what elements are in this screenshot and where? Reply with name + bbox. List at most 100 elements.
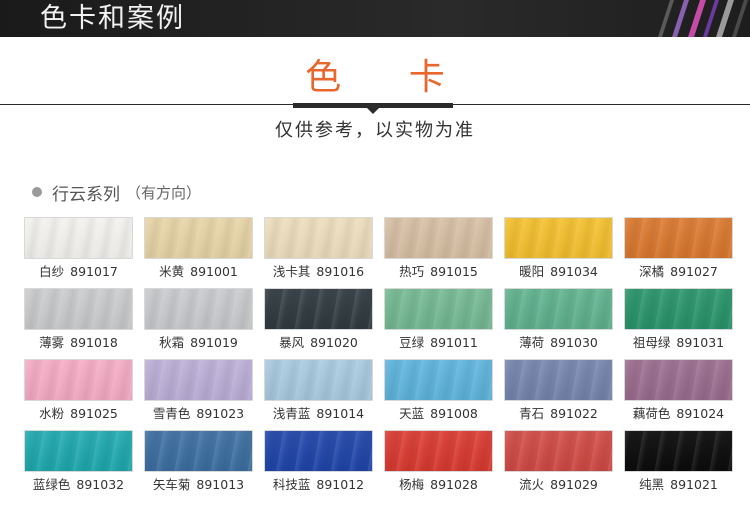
color-code: 891012 [316, 477, 365, 492]
color-code: 891028 [430, 477, 478, 492]
color-card[interactable]: 流火 891029 [504, 430, 613, 501]
color-label: 藕荷色 891024 [624, 404, 733, 424]
color-card[interactable]: 藕荷色 891024 [624, 359, 733, 430]
color-name: 雪青色 [152, 406, 191, 421]
color-swatch[interactable] [264, 430, 373, 472]
color-code: 891015 [430, 264, 478, 279]
color-swatch[interactable] [504, 288, 613, 330]
color-swatch[interactable] [264, 217, 373, 259]
color-label: 深橘 891027 [624, 262, 733, 282]
color-name: 科技蓝 [272, 477, 311, 492]
color-swatch[interactable] [384, 288, 493, 330]
color-card[interactable]: 浅青蓝 891014 [264, 359, 373, 430]
color-card[interactable]: 深橘 891027 [624, 217, 733, 288]
color-name: 蓝绿色 [32, 477, 71, 492]
color-card[interactable]: 雪青色 891023 [144, 359, 253, 430]
color-name: 薄雾 [39, 335, 65, 350]
color-name: 流火 [519, 477, 545, 492]
color-swatch[interactable] [144, 217, 253, 259]
color-card[interactable]: 薄荷 891030 [504, 288, 613, 359]
color-code: 891024 [676, 406, 725, 421]
color-card[interactable]: 白纱 891017 [24, 217, 133, 288]
color-swatch[interactable] [24, 359, 133, 401]
color-label: 浅青蓝 891014 [264, 404, 373, 424]
color-card[interactable]: 暖阳 891034 [504, 217, 613, 288]
color-code: 891034 [550, 264, 598, 279]
color-swatch[interactable] [144, 288, 253, 330]
color-name: 热巧 [399, 264, 425, 279]
color-swatch[interactable] [504, 217, 613, 259]
color-code: 891030 [550, 335, 598, 350]
color-card[interactable]: 纯黑 891021 [624, 430, 733, 501]
color-swatch[interactable] [24, 217, 133, 259]
color-card[interactable]: 天蓝 891008 [384, 359, 493, 430]
color-label: 热巧 891015 [384, 262, 493, 282]
color-card[interactable]: 祖母绿 891031 [624, 288, 733, 359]
color-label: 薄雾 891018 [24, 333, 133, 353]
divider-notch [367, 108, 379, 114]
color-code: 891021 [670, 477, 718, 492]
color-swatch[interactable] [264, 288, 373, 330]
color-code: 891014 [316, 406, 365, 421]
color-name: 矢车菊 [152, 477, 191, 492]
color-code: 891027 [670, 264, 718, 279]
color-swatch[interactable] [144, 359, 253, 401]
color-code: 891016 [316, 264, 365, 279]
color-card[interactable]: 薄雾 891018 [24, 288, 133, 359]
color-swatch[interactable] [624, 288, 733, 330]
section-heading: 色 卡 [305, 57, 473, 98]
color-label: 蓝绿色 891032 [24, 475, 133, 495]
color-code: 891001 [190, 264, 238, 279]
color-card[interactable]: 热巧 891015 [384, 217, 493, 288]
color-label: 豆绿 891011 [384, 333, 493, 353]
color-name: 暖阳 [519, 264, 545, 279]
color-name: 青石 [519, 406, 545, 421]
color-label: 杨梅 891028 [384, 475, 493, 495]
color-code: 891023 [196, 406, 245, 421]
color-label: 雪青色 891023 [144, 404, 253, 424]
color-swatch[interactable] [504, 359, 613, 401]
series-name: 行云系列 [52, 184, 120, 205]
series-label: 行云系列 （有方向） [32, 180, 201, 205]
color-swatch[interactable] [624, 359, 733, 401]
color-card[interactable]: 浅卡其 891016 [264, 217, 373, 288]
color-swatch[interactable] [384, 430, 493, 472]
color-swatch[interactable] [624, 217, 733, 259]
color-swatch[interactable] [264, 359, 373, 401]
color-swatch[interactable] [504, 430, 613, 472]
color-name: 纯黑 [639, 477, 665, 492]
color-code: 891031 [676, 335, 725, 350]
color-name: 杨梅 [399, 477, 425, 492]
color-label: 祖母绿 891031 [624, 333, 733, 353]
color-code: 891025 [70, 406, 118, 421]
color-label: 薄荷 891030 [504, 333, 613, 353]
bullet-icon [32, 187, 42, 197]
color-label: 天蓝 891008 [384, 404, 493, 424]
color-card[interactable]: 杨梅 891028 [384, 430, 493, 501]
color-label: 科技蓝 891012 [264, 475, 373, 495]
color-code: 891020 [310, 335, 358, 350]
color-name: 白纱 [39, 264, 65, 279]
color-swatch[interactable] [384, 359, 493, 401]
color-card[interactable]: 水粉 891025 [24, 359, 133, 430]
color-swatch[interactable] [624, 430, 733, 472]
color-card[interactable]: 豆绿 891011 [384, 288, 493, 359]
color-card[interactable]: 科技蓝 891012 [264, 430, 373, 501]
color-swatch[interactable] [384, 217, 493, 259]
color-name: 豆绿 [399, 335, 425, 350]
color-swatch[interactable] [144, 430, 253, 472]
color-swatch[interactable] [24, 288, 133, 330]
color-card[interactable]: 米黄 891001 [144, 217, 253, 288]
color-name: 秋霜 [159, 335, 185, 350]
color-card[interactable]: 暴风 891020 [264, 288, 373, 359]
color-card[interactable]: 秋霜 891019 [144, 288, 253, 359]
header-bar: 色卡和案例 [0, 0, 750, 37]
color-name: 浅卡其 [272, 264, 311, 279]
color-label: 白纱 891017 [24, 262, 133, 282]
color-swatch[interactable] [24, 430, 133, 472]
color-card[interactable]: 青石 891022 [504, 359, 613, 430]
color-card[interactable]: 矢车菊 891013 [144, 430, 253, 501]
color-label: 米黄 891001 [144, 262, 253, 282]
color-card[interactable]: 蓝绿色 891032 [24, 430, 133, 501]
color-name: 藕荷色 [632, 406, 671, 421]
